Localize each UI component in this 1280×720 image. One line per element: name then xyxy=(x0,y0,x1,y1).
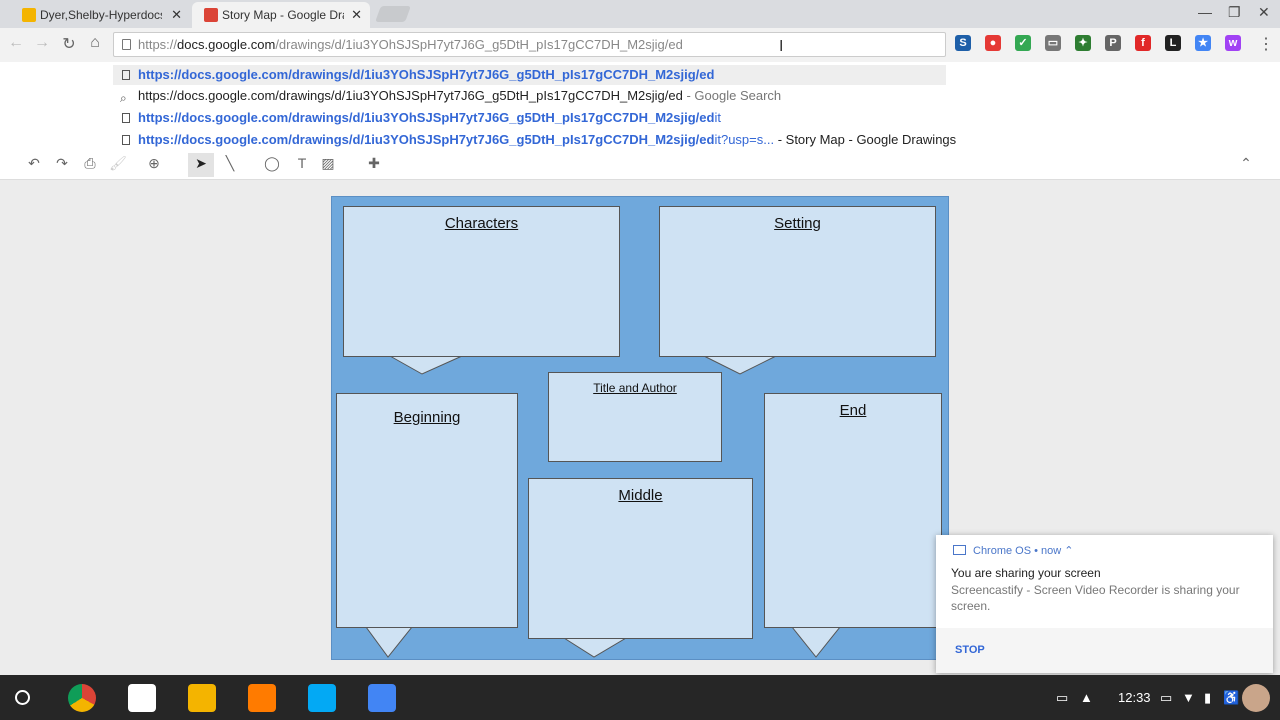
tab-title: Dyer,Shelby-Hyperdocs L xyxy=(40,8,162,22)
tab-hyperdocs[interactable]: Dyer,Shelby-Hyperdocs L ✕ xyxy=(10,2,190,28)
shape-icon[interactable]: ◯ xyxy=(262,155,282,172)
slides-favicon-icon xyxy=(22,8,36,22)
docs-app-icon[interactable] xyxy=(368,684,396,712)
l-ext-icon[interactable]: L xyxy=(1165,35,1181,51)
zoom-icon[interactable]: ⊕ xyxy=(144,155,164,172)
beginning-box[interactable]: Beginning xyxy=(336,393,518,628)
forward-icon[interactable]: → xyxy=(32,34,52,52)
search-icon: ⌕ xyxy=(120,91,127,105)
gallery-icon[interactable]: ▲ xyxy=(1080,690,1093,705)
green-ext-icon[interactable]: ✓ xyxy=(1015,35,1031,51)
image-icon[interactable]: ▨ xyxy=(318,155,338,172)
avatar[interactable] xyxy=(1242,684,1270,712)
suggestion-extra: - Story Map - Google Drawings xyxy=(774,132,957,147)
page-icon xyxy=(122,39,131,50)
close-tab-icon[interactable]: ✕ xyxy=(171,7,182,23)
play-music-app-icon[interactable] xyxy=(248,684,276,712)
menu-icon[interactable]: ⋮ xyxy=(1258,34,1274,54)
stop-sharing-button[interactable]: STOP xyxy=(955,644,985,656)
url-path: /drawings/d/1iu3YOhSJSpH7yt7J6G_g5DtH_pI… xyxy=(275,37,683,52)
screencastify-icon[interactable]: S xyxy=(955,35,971,51)
screen-capture-icon[interactable]: ▭ xyxy=(1056,690,1068,706)
collapse-icon[interactable]: ⌃ xyxy=(1236,155,1256,172)
suggestion-url: https://docs.google.com/drawings/d/1iu3Y… xyxy=(138,88,683,103)
drawing-page[interactable]: Characters Setting Title and Author Begi… xyxy=(331,196,949,660)
tab-title: Story Map - Google Draw xyxy=(222,8,344,22)
title-author-box[interactable]: Title and Author xyxy=(548,372,722,462)
end-label: End xyxy=(839,402,867,419)
page-icon xyxy=(122,113,130,123)
maximize-icon[interactable]: ❐ xyxy=(1228,4,1241,21)
chrome-app-icon[interactable] xyxy=(68,684,96,712)
url-host: docs.google.com xyxy=(177,37,276,52)
close-tab-icon[interactable]: ✕ xyxy=(351,7,362,23)
drawings-favicon-icon xyxy=(204,8,218,22)
page-icon xyxy=(122,135,130,145)
reload-icon[interactable]: ↻ xyxy=(59,34,79,54)
new-tab-button[interactable] xyxy=(375,6,411,22)
suggestion-suffix: it?usp=s... xyxy=(714,132,775,147)
clock[interactable]: 12:33 xyxy=(1118,690,1151,705)
screen-sharing-notification: Chrome OS • now ⌃ You are sharing your s… xyxy=(936,535,1273,673)
cast-icon[interactable]: ▭ xyxy=(1045,35,1061,51)
cast-icon xyxy=(953,545,966,555)
slides-app-icon[interactable] xyxy=(188,684,216,712)
beginning-label: Beginning xyxy=(393,409,461,426)
puzzle-ext-icon[interactable]: ✦ xyxy=(1075,35,1091,51)
paint-format-icon[interactable]: 🖌 xyxy=(108,155,128,172)
close-window-icon[interactable]: ✕ xyxy=(1258,4,1270,21)
wifi-icon[interactable]: ▼ xyxy=(1182,690,1195,705)
suggestion-suffix: it xyxy=(714,110,721,125)
select-cursor-icon[interactable]: ➤ xyxy=(191,155,211,172)
back-icon[interactable]: ← xyxy=(6,34,26,52)
page-icon xyxy=(122,70,130,80)
notification-footer xyxy=(936,628,1273,673)
minimize-icon[interactable]: — xyxy=(1198,4,1212,20)
redo-icon[interactable]: ↷ xyxy=(52,155,72,172)
launcher-icon[interactable] xyxy=(15,690,30,705)
add-comment-icon[interactable]: ✚ xyxy=(364,155,384,172)
middle-box[interactable]: Middle xyxy=(528,478,753,639)
text-cursor-icon: I xyxy=(779,38,784,55)
cast-status-icon[interactable]: ▭ xyxy=(1160,690,1172,706)
record-icon[interactable]: ● xyxy=(985,35,1001,51)
line-icon[interactable]: ╲ xyxy=(220,155,240,172)
suggestion-item[interactable]: ⌕ https://docs.google.com/drawings/d/1iu… xyxy=(113,86,946,106)
battery-icon[interactable]: ▮ xyxy=(1204,690,1211,706)
setting-label: Setting xyxy=(774,215,821,232)
flipboard-icon[interactable]: f xyxy=(1135,35,1151,51)
suggestion-item[interactable]: https://docs.google.com/drawings/d/1iu3Y… xyxy=(113,130,1013,150)
notification-header: Chrome OS • now ⌃ xyxy=(973,545,1074,557)
notification-title: You are sharing your screen xyxy=(951,566,1101,580)
characters-label: Characters xyxy=(444,215,519,232)
address-bar[interactable]: https://docs.google.com/drawings/d/1iu3Y… xyxy=(113,32,946,57)
text-box-icon[interactable]: T xyxy=(292,155,312,171)
accessibility-icon[interactable]: ♿ xyxy=(1223,690,1239,706)
gmail-app-icon[interactable] xyxy=(128,684,156,712)
end-box[interactable]: End xyxy=(764,393,942,628)
setting-box[interactable]: Setting xyxy=(659,206,936,357)
home-icon[interactable]: ⌂ xyxy=(85,34,105,52)
tab-story-map[interactable]: Story Map - Google Draw ✕ xyxy=(192,2,370,28)
middle-label: Middle xyxy=(618,487,663,504)
undo-icon[interactable]: ↶ xyxy=(24,155,44,172)
files-app-icon[interactable] xyxy=(308,684,336,712)
characters-box[interactable]: Characters xyxy=(343,206,620,357)
purple-ext-icon[interactable]: w xyxy=(1225,35,1241,51)
notification-message: Screencastify - Screen Video Recorder is… xyxy=(951,583,1240,613)
suggestion-item[interactable]: https://docs.google.com/drawings/d/1iu3Y… xyxy=(113,108,946,128)
suggestion-url: https://docs.google.com/drawings/d/1iu3Y… xyxy=(138,110,715,125)
suggestion-item[interactable]: https://docs.google.com/drawings/d/1iu3Y… xyxy=(113,65,946,85)
url-scheme: https:// xyxy=(138,37,178,52)
title-author-label: Title and Author xyxy=(593,381,677,395)
pinterest-icon[interactable]: P xyxy=(1105,35,1121,51)
suggestion-url: https://docs.google.com/drawings/d/1iu3Y… xyxy=(138,132,715,147)
suggestion-url: https://docs.google.com/drawings/d/1iu3Y… xyxy=(138,67,715,82)
suggestion-extra: - Google Search xyxy=(682,88,782,103)
star-ext-icon[interactable]: ★ xyxy=(1195,35,1211,51)
print-icon[interactable]: ⎙ xyxy=(80,155,100,172)
